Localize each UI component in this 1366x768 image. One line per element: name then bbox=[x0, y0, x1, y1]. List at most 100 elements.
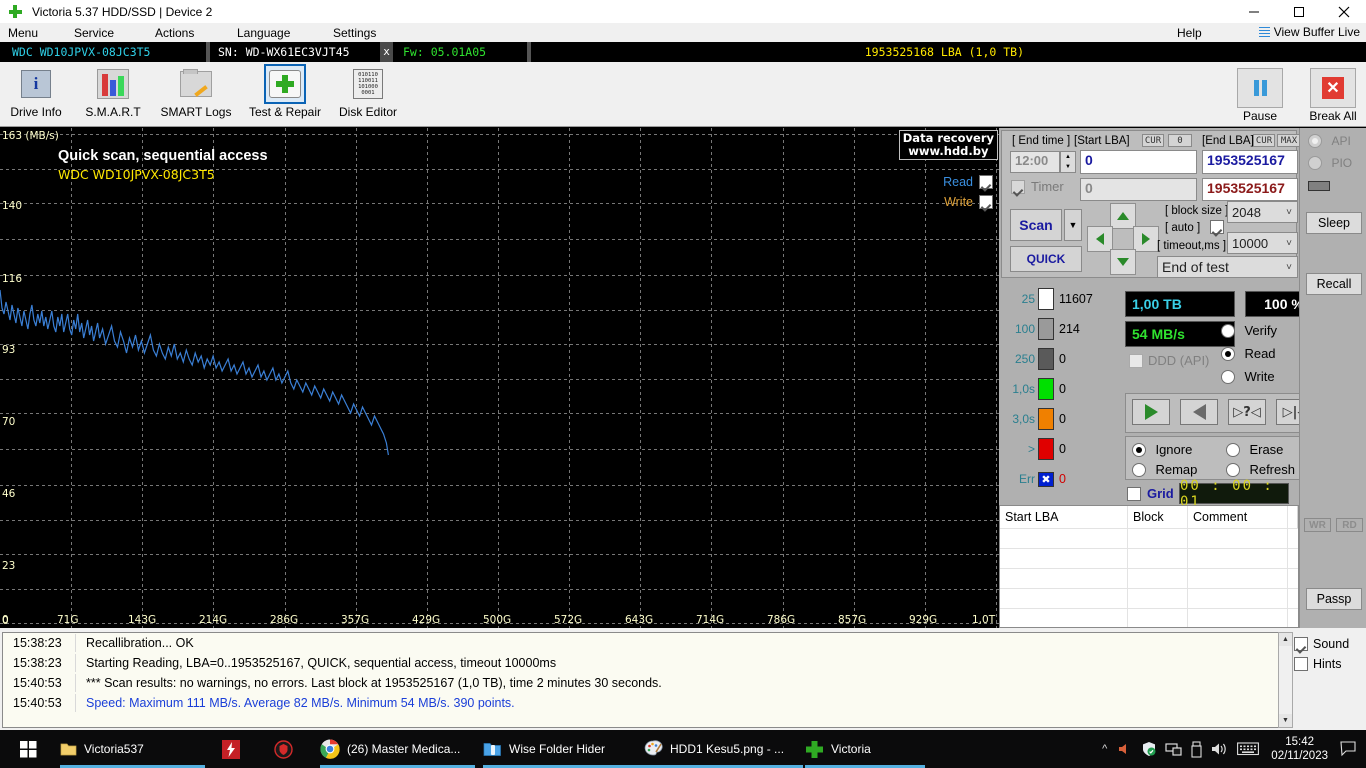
menu-item-language[interactable]: Language bbox=[237, 26, 290, 40]
remap-row[interactable]: Remap bbox=[1132, 461, 1197, 479]
end-lba-secondary-input[interactable]: 1953525167 bbox=[1202, 178, 1298, 201]
remap-radio[interactable] bbox=[1132, 462, 1146, 477]
sleep-button[interactable]: Sleep bbox=[1306, 212, 1362, 234]
network-icon[interactable] bbox=[1165, 741, 1182, 757]
read-checkbox[interactable] bbox=[979, 175, 993, 189]
end-lba-input[interactable]: 1953525167 bbox=[1202, 150, 1298, 174]
notifications-icon[interactable] bbox=[1340, 741, 1356, 757]
menu-item-actions[interactable]: Actions bbox=[155, 26, 194, 40]
block-size-combo[interactable]: 2048 ˅ bbox=[1227, 201, 1298, 223]
end-time-input[interactable]: 12:00 bbox=[1010, 151, 1060, 173]
ignore-radio[interactable] bbox=[1132, 442, 1146, 457]
defender-icon[interactable] bbox=[1141, 741, 1157, 757]
step-question-button[interactable]: ▷?◁ bbox=[1228, 399, 1266, 425]
verify-radio[interactable] bbox=[1221, 323, 1235, 338]
toolbar-smart[interactable]: S.M.A.R.T bbox=[78, 64, 148, 119]
keyboard-icon[interactable] bbox=[1237, 742, 1260, 756]
toolbar-disk-editor[interactable]: 010110 110011 101000 0001 Disk Editor bbox=[333, 64, 403, 119]
write-checkbox[interactable] bbox=[979, 195, 993, 209]
write-toggle-row[interactable]: Write bbox=[944, 195, 993, 209]
wr-button[interactable]: WR bbox=[1304, 518, 1331, 532]
scroll-down-icon[interactable]: ▼ bbox=[1279, 714, 1292, 727]
speed-graph[interactable]: 163 (MB/s) 140 116 93 70 46 23 0 0 71G 1… bbox=[0, 128, 999, 727]
taskbar-item-shield[interactable] bbox=[274, 730, 293, 768]
maximize-button[interactable] bbox=[1276, 0, 1321, 23]
api-row[interactable]: API bbox=[1308, 132, 1351, 150]
taskbar-clock[interactable]: 15:42 02/11/2023 bbox=[1271, 735, 1328, 763]
toolbar-test-repair[interactable]: Test & Repair bbox=[241, 64, 329, 119]
break-all-button[interactable]: ✕ Break All bbox=[1304, 68, 1362, 123]
read-radio[interactable] bbox=[1221, 346, 1235, 361]
scan-dropdown-button[interactable]: ▼ bbox=[1064, 209, 1082, 241]
menu-item-service[interactable]: Service bbox=[74, 26, 114, 40]
toolbar-smart-logs[interactable]: SMART Logs bbox=[150, 64, 242, 119]
erase-radio[interactable] bbox=[1226, 442, 1240, 457]
end-lba-cur-button[interactable]: CUR bbox=[1253, 134, 1275, 147]
pio-row[interactable]: PIO bbox=[1308, 154, 1352, 172]
dpad-down-button[interactable] bbox=[1110, 249, 1136, 275]
rd-button[interactable]: RD bbox=[1336, 518, 1363, 532]
pio-radio[interactable] bbox=[1308, 155, 1322, 170]
pause-button[interactable]: Pause bbox=[1235, 68, 1285, 123]
grid-checkbox[interactable] bbox=[1127, 486, 1141, 501]
taskbar-item-victoria537[interactable]: Victoria537 bbox=[60, 730, 205, 768]
mode-read-row[interactable]: Read bbox=[1221, 345, 1276, 363]
log-scrollbar[interactable]: ▲ ▼ bbox=[1278, 632, 1293, 728]
log-list[interactable]: 15:38:23 Recallibration... OK 15:38:23 S… bbox=[2, 632, 1288, 728]
speaker-mute-icon[interactable] bbox=[1117, 741, 1133, 757]
auto-checkbox[interactable] bbox=[1210, 220, 1224, 234]
menu-item-menu[interactable]: Menu bbox=[8, 26, 38, 40]
api-radio[interactable] bbox=[1308, 133, 1322, 148]
volume-icon[interactable] bbox=[1211, 741, 1229, 757]
erase-row[interactable]: Erase bbox=[1226, 441, 1283, 459]
start-button[interactable] bbox=[8, 730, 48, 768]
menu-item-settings[interactable]: Settings bbox=[333, 26, 376, 40]
hints-row[interactable]: Hints bbox=[1294, 654, 1364, 674]
recall-button[interactable]: Recall bbox=[1306, 273, 1362, 295]
scan-button[interactable]: Scan bbox=[1010, 209, 1062, 241]
defects-table[interactable]: Start LBA Block Comment bbox=[999, 505, 1299, 628]
scroll-up-icon[interactable]: ▲ bbox=[1279, 633, 1292, 646]
taskbar-item-chrome[interactable]: (26) Master Medica... bbox=[320, 730, 475, 768]
ignore-row[interactable]: Ignore bbox=[1132, 441, 1192, 459]
toolbar-drive-info[interactable]: i Drive Info bbox=[4, 64, 68, 119]
timer-value-input[interactable]: 0 bbox=[1080, 178, 1197, 201]
minimize-button[interactable] bbox=[1231, 0, 1276, 23]
play-button[interactable] bbox=[1132, 399, 1170, 425]
taskbar-item-lightning[interactable] bbox=[222, 730, 240, 768]
mode-write-row[interactable]: Write bbox=[1221, 368, 1275, 386]
refresh-row[interactable]: Refresh bbox=[1226, 461, 1295, 479]
taskbar-item-paint[interactable]: HDD1 Kesu5.png - ... bbox=[643, 730, 803, 768]
timeout-combo[interactable]: 10000 ˅ bbox=[1227, 232, 1298, 254]
usb-icon[interactable] bbox=[1190, 740, 1203, 758]
refresh-radio[interactable] bbox=[1226, 462, 1240, 477]
start-lba-zero-button[interactable]: 0 bbox=[1168, 134, 1192, 147]
end-time-spinner[interactable]: ▲ ▼ bbox=[1060, 151, 1076, 173]
dpad-navigator[interactable] bbox=[1087, 203, 1159, 275]
start-lba-input[interactable]: 0 bbox=[1080, 150, 1197, 174]
close-button[interactable] bbox=[1321, 0, 1366, 23]
read-toggle-row[interactable]: Read bbox=[943, 175, 993, 189]
ddd-checkbox[interactable] bbox=[1129, 353, 1143, 368]
quick-button[interactable]: QUICK bbox=[1010, 246, 1082, 272]
sound-row[interactable]: Sound bbox=[1294, 634, 1364, 654]
view-buffer-live-button[interactable]: View Buffer Live bbox=[1258, 25, 1360, 39]
drive-close-button[interactable]: x bbox=[380, 42, 393, 62]
end-lba-max-button[interactable]: MAX bbox=[1277, 134, 1301, 147]
menu-item-help[interactable]: Help bbox=[1177, 26, 1202, 40]
timer-checkbox[interactable] bbox=[1011, 179, 1025, 194]
taskbar-item-victoria[interactable]: Victoria bbox=[805, 730, 925, 768]
mode-verify-row[interactable]: Verify bbox=[1221, 322, 1277, 340]
taskbar-item-wise-folder-hider[interactable]: Wise Folder Hider bbox=[483, 730, 643, 768]
timer-row[interactable]: Timer bbox=[1011, 179, 1064, 194]
sound-checkbox[interactable] bbox=[1294, 637, 1308, 651]
ddd-api-row[interactable]: DDD (API) bbox=[1129, 353, 1209, 368]
chevron-up-icon[interactable]: ^ bbox=[1102, 743, 1107, 755]
rewind-button[interactable] bbox=[1180, 399, 1218, 425]
passport-button[interactable]: Passp bbox=[1306, 588, 1362, 610]
start-lba-cur-button[interactable]: CUR bbox=[1142, 134, 1164, 147]
end-of-test-combo[interactable]: End of test ˅ bbox=[1157, 256, 1298, 278]
hints-checkbox[interactable] bbox=[1294, 657, 1308, 671]
grid-toggle-row[interactable]: Grid bbox=[1127, 486, 1174, 501]
dpad-right-button[interactable] bbox=[1133, 226, 1159, 252]
